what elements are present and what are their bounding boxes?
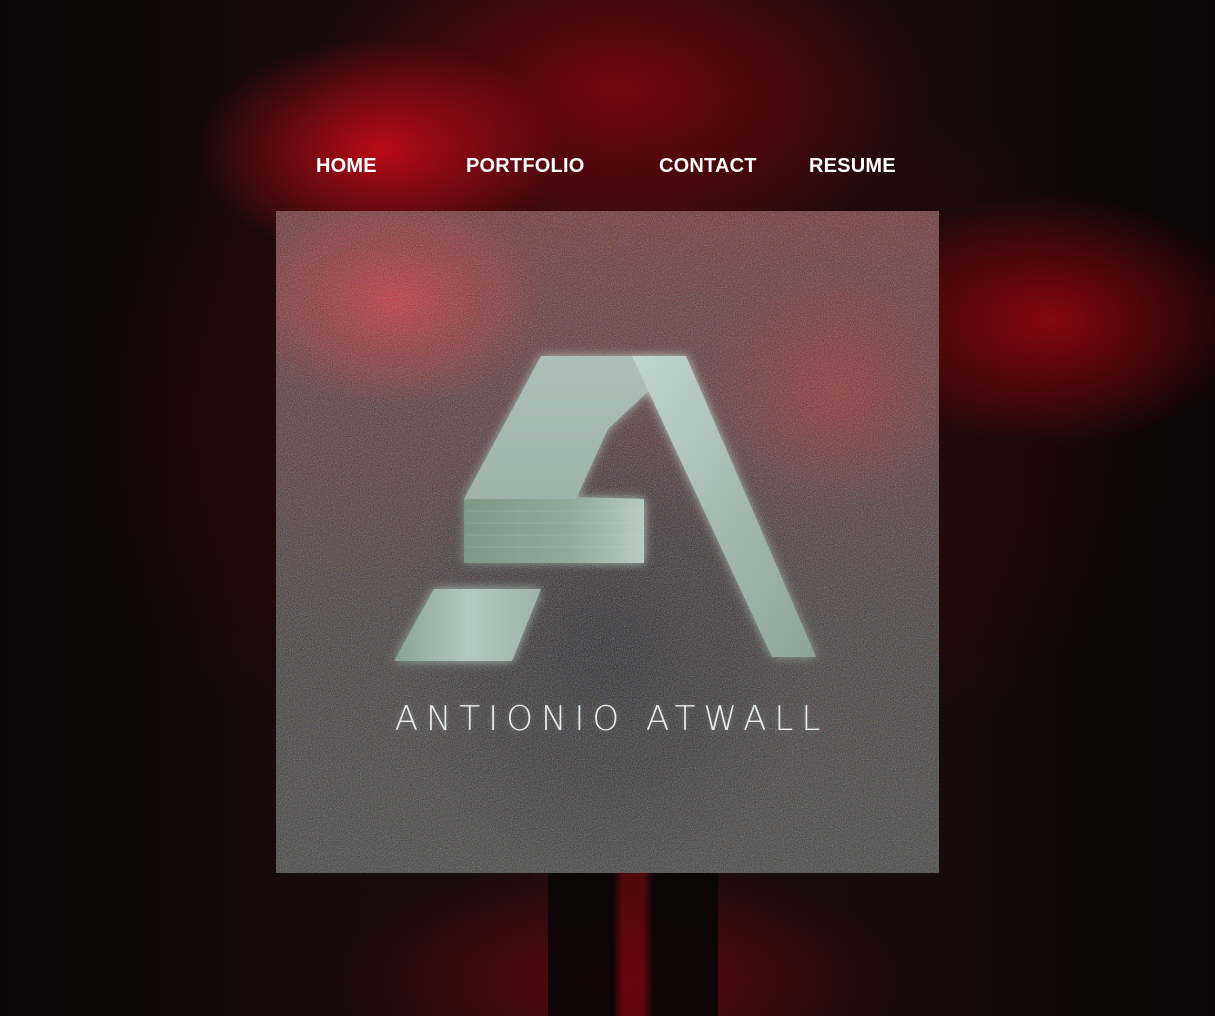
page-background: HOME PORTFOLIO CONTACT RESUME ANTIONIO A… <box>0 0 1215 1016</box>
background-figure <box>548 860 718 1016</box>
nav-contact-link[interactable]: CONTACT <box>659 150 757 182</box>
logo-panel: ANTIONIO ATWALL <box>276 211 939 873</box>
nav-portfolio-link[interactable]: PORTFOLIO <box>466 150 584 182</box>
letter-a-logo-icon <box>394 356 816 661</box>
brand-name: ANTIONIO ATWALL <box>394 699 829 739</box>
nav-resume-link[interactable]: RESUME <box>809 150 896 182</box>
main-nav: HOME PORTFOLIO CONTACT RESUME <box>0 150 1215 184</box>
nav-home-link[interactable]: HOME <box>316 150 377 182</box>
